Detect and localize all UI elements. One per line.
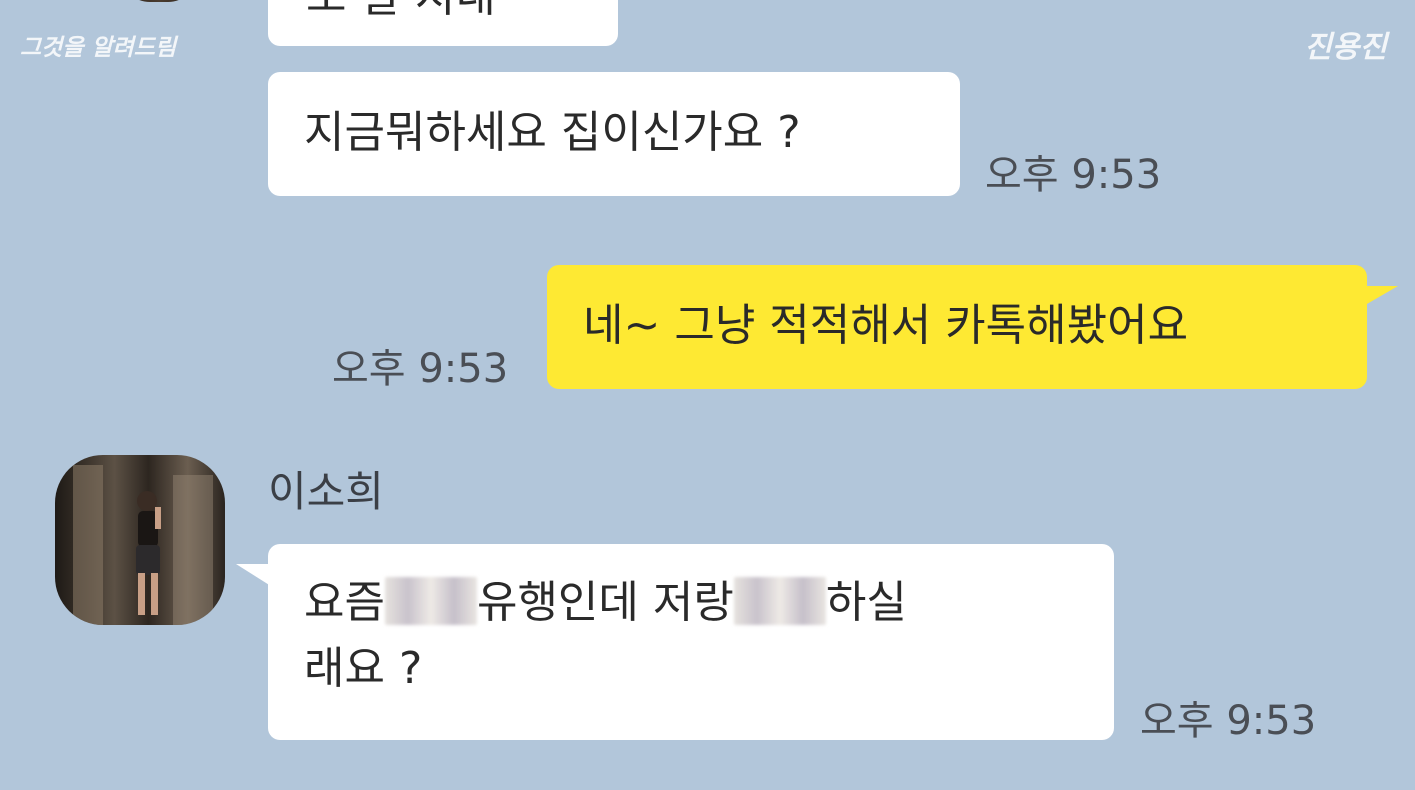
censored-text [733,577,826,625]
message-line-2: 래요 ? [304,643,423,694]
sender-name: 이소희 [268,467,384,516]
profile-photo-icon [73,465,213,625]
sender-avatar[interactable] [55,455,225,625]
received-message-bubble[interactable]: 지금뭐하세요 집이신가요 ? [268,72,960,196]
watermark-left: 그것을 알려드림 [20,35,177,61]
cutoff-message-bubble[interactable]: 조 잘 지내 [268,0,618,46]
message-line-1: 요즘 유행인데 저랑 하실 [304,570,1078,636]
message-text: 네~ 그냥 적적해서 카톡해봤어요 [583,300,1189,351]
previous-avatar-partial [120,0,198,2]
message-timestamp: 오후 9:53 [332,346,509,392]
sent-message-bubble[interactable]: 네~ 그냥 적적해서 카톡해봤어요 [547,265,1367,389]
message-text: 유행인데 저랑 [476,577,734,628]
received-message-bubble[interactable]: 요즘 유행인데 저랑 하실 래요 ? [268,544,1114,740]
watermark-right: 진용진 [1304,30,1387,65]
message-timestamp: 오후 9:53 [1140,698,1317,744]
message-text: 요즘 [304,577,385,628]
message-timestamp: 오후 9:53 [985,152,1162,198]
message-text: 지금뭐하세요 집이신가요 ? [304,107,801,158]
cutoff-message-text: 조 잘 지내 [306,0,496,30]
message-text: 하실 [825,577,907,628]
censored-text [384,577,477,625]
